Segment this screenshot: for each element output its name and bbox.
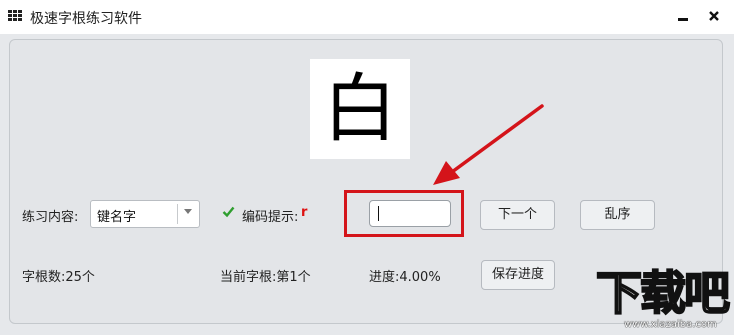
watermark-url: www.xiazaiba.com [624,319,717,330]
app-window: 极速字根练习软件 白 练习内容: 键名字 编码提示: r 下一个 乱序 字根数:… [0,0,734,335]
watermark-logo-text: 下载吧 [595,266,731,320]
watermark-logo: 下载吧 www.xiazaiba.com [595,266,734,335]
